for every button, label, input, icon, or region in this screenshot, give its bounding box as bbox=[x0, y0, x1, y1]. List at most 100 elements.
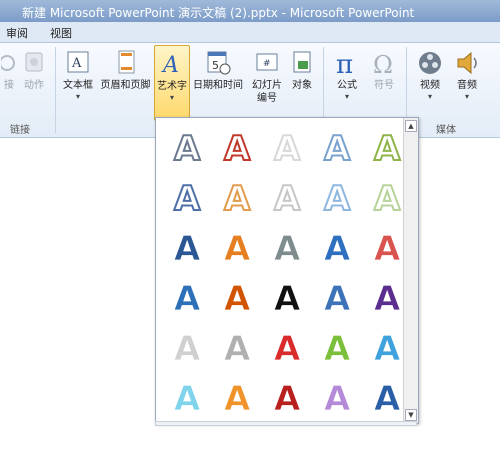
wordart-style-dark-red[interactable]: A bbox=[262, 372, 310, 420]
svg-text:A: A bbox=[224, 279, 251, 316]
wordart-style-outline-lightblue[interactable]: A bbox=[312, 172, 360, 220]
svg-text:A: A bbox=[274, 179, 301, 216]
svg-text:A: A bbox=[324, 229, 351, 266]
wordart-style-shadow-blue[interactable]: A bbox=[162, 172, 210, 220]
wordart-style-orange-bevel[interactable]: A bbox=[212, 272, 260, 320]
svg-text:A: A bbox=[274, 229, 301, 266]
svg-text:A: A bbox=[174, 129, 201, 166]
svg-text:A: A bbox=[224, 129, 251, 166]
hyperlink-icon bbox=[1, 55, 15, 71]
wordart-style-outline-red[interactable]: A bbox=[212, 122, 260, 170]
wordart-gallery: AAAAAAAAAAAAAAAAAAAAAAAAAAAAAA ▲ ▼ bbox=[155, 117, 419, 424]
scroll-down-icon[interactable]: ▼ bbox=[405, 409, 417, 421]
wordart-style-orange-gradient[interactable]: A bbox=[212, 222, 260, 270]
object-icon bbox=[293, 51, 311, 73]
wordart-style-lavender[interactable]: A bbox=[312, 372, 360, 420]
svg-text:A: A bbox=[374, 329, 401, 366]
svg-text:π: π bbox=[336, 50, 353, 77]
wordart-style-outline-light[interactable]: A bbox=[262, 122, 310, 170]
svg-text:A: A bbox=[174, 179, 201, 216]
video-button[interactable]: 视频 ▾ bbox=[412, 45, 448, 119]
action-icon bbox=[25, 52, 43, 72]
svg-text:A: A bbox=[374, 129, 401, 166]
window-title: 新建 Microsoft PowerPoint 演示文稿 (2).pptx - … bbox=[22, 6, 415, 20]
calendar-icon: 5 bbox=[207, 51, 231, 75]
wordart-style-black-white[interactable]: A bbox=[262, 272, 310, 320]
wordart-style-green-gradient[interactable]: A bbox=[312, 322, 360, 370]
slide-number-icon: # bbox=[256, 53, 278, 71]
svg-text:A: A bbox=[161, 53, 179, 78]
svg-text:5: 5 bbox=[212, 59, 219, 72]
svg-text:A: A bbox=[324, 279, 351, 316]
svg-text:A: A bbox=[374, 379, 401, 416]
wordart-style-blue-gradient[interactable]: A bbox=[162, 222, 210, 270]
wordart-style-silver[interactable]: A bbox=[212, 322, 260, 370]
svg-text:A: A bbox=[174, 279, 201, 316]
header-footer-icon bbox=[118, 50, 134, 74]
svg-text:A: A bbox=[374, 229, 401, 266]
svg-text:A: A bbox=[174, 329, 201, 366]
action-button[interactable]: 动作 bbox=[20, 45, 48, 119]
svg-text:A: A bbox=[224, 379, 251, 416]
slide-number-button[interactable]: # 幻灯片 编号 bbox=[248, 45, 286, 119]
svg-text:A: A bbox=[324, 129, 351, 166]
wordart-style-outline-blue[interactable]: A bbox=[312, 122, 360, 170]
svg-text:A: A bbox=[224, 329, 251, 366]
svg-text:#: # bbox=[263, 59, 271, 69]
object-button[interactable]: 对象 bbox=[287, 45, 317, 119]
hyperlink-button[interactable]: 接 bbox=[0, 45, 18, 119]
svg-text:A: A bbox=[224, 179, 251, 216]
wordart-style-red-gradient[interactable]: A bbox=[262, 322, 310, 370]
tab-review[interactable]: 审阅 bbox=[6, 25, 28, 41]
textbox-button[interactable]: A 文本框 ▾ bbox=[59, 45, 97, 119]
svg-text:A: A bbox=[274, 129, 301, 166]
symbol-button[interactable]: Ω 符号 bbox=[368, 45, 400, 119]
svg-text:A: A bbox=[274, 329, 301, 366]
wordart-style-blue-bold[interactable]: A bbox=[312, 222, 360, 270]
svg-text:A: A bbox=[324, 329, 351, 366]
dropdown-arrow-icon: ▾ bbox=[169, 93, 174, 102]
tab-view[interactable]: 视图 bbox=[50, 25, 72, 41]
omega-icon: Ω bbox=[373, 51, 393, 77]
speaker-icon bbox=[457, 51, 477, 75]
svg-text:A: A bbox=[71, 56, 82, 71]
wordart-style-orange-glow[interactable]: A bbox=[212, 372, 260, 420]
title-bar: 新建 Microsoft PowerPoint 演示文稿 (2).pptx - … bbox=[0, 0, 500, 22]
header-footer-button[interactable]: 页眉和页脚 bbox=[98, 45, 153, 119]
audio-button[interactable]: 音频 ▾ bbox=[450, 45, 484, 119]
dropdown-arrow-icon: ▾ bbox=[464, 92, 469, 101]
wordart-style-gray-gradient[interactable]: A bbox=[262, 222, 310, 270]
wordart-style-cyan-glow[interactable]: A bbox=[162, 372, 210, 420]
gallery-resize-grip[interactable] bbox=[155, 421, 417, 426]
svg-text:Ω: Ω bbox=[373, 51, 393, 77]
wordart-style-blue-reflect[interactable]: A bbox=[312, 272, 360, 320]
equation-button[interactable]: π 公式 ▾ bbox=[330, 45, 364, 119]
wordart-icon: A bbox=[161, 53, 179, 78]
svg-text:A: A bbox=[174, 229, 201, 266]
menu-bar: 审阅 视图 bbox=[0, 22, 500, 43]
film-reel-icon bbox=[419, 52, 441, 74]
wordart-style-outline-orange[interactable]: A bbox=[212, 172, 260, 220]
svg-text:A: A bbox=[274, 379, 301, 416]
dropdown-arrow-icon: ▾ bbox=[344, 92, 349, 101]
wordart-button[interactable]: A 艺术字 ▾ bbox=[154, 45, 190, 121]
wordart-style-blue-bevel[interactable]: A bbox=[162, 272, 210, 320]
pi-icon: π bbox=[336, 50, 353, 77]
wordart-style-outline-gray-2[interactable]: A bbox=[262, 172, 310, 220]
svg-text:A: A bbox=[224, 229, 251, 266]
wordart-style-outline-gray[interactable]: A bbox=[162, 122, 210, 170]
dropdown-arrow-icon: ▾ bbox=[75, 92, 80, 101]
textbox-icon: A bbox=[67, 51, 89, 73]
datetime-button[interactable]: 5 日期和时间 bbox=[190, 45, 246, 119]
svg-text:A: A bbox=[374, 179, 401, 216]
scroll-up-icon[interactable]: ▲ bbox=[405, 120, 417, 132]
group-label-links: 链接 bbox=[10, 125, 30, 136]
svg-text:A: A bbox=[374, 279, 401, 316]
wordart-style-light-gray[interactable]: A bbox=[162, 322, 210, 370]
group-separator bbox=[55, 47, 56, 133]
gallery-scrollbar[interactable]: ▲ ▼ bbox=[403, 118, 418, 423]
svg-text:A: A bbox=[274, 279, 301, 316]
dropdown-arrow-icon: ▾ bbox=[427, 92, 432, 101]
group-label-media: 媒体 bbox=[436, 125, 456, 136]
svg-text:A: A bbox=[324, 179, 351, 216]
